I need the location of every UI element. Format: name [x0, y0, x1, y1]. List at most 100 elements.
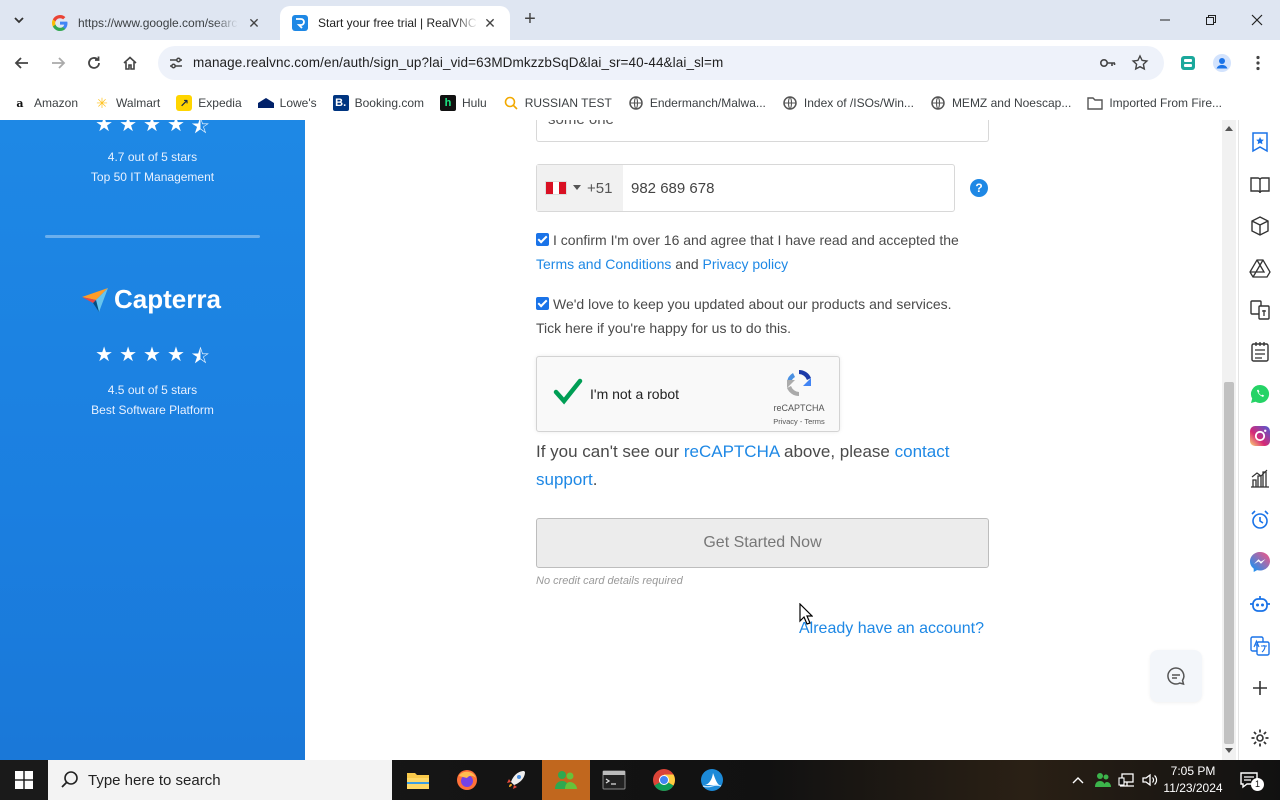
lowes-icon — [257, 95, 274, 111]
bookmark-walmart[interactable]: ✳ Walmart — [94, 95, 160, 111]
phone-input[interactable]: 982 689 678 — [623, 165, 954, 211]
side-instagram-button[interactable] — [1248, 424, 1272, 448]
notifications-button[interactable]: 1 — [1234, 760, 1264, 800]
side-messenger-button[interactable] — [1248, 550, 1272, 574]
bookmark-memz[interactable]: MEMZ and Noescap... — [930, 95, 1071, 111]
side-bot-button[interactable] — [1248, 592, 1272, 616]
avatar-icon — [1213, 54, 1231, 72]
bookmark-hulu[interactable]: h Hulu — [440, 95, 487, 111]
side-settings-button[interactable] — [1248, 726, 1272, 750]
chrome-app[interactable] — [640, 760, 688, 800]
extensions-button[interactable] — [1174, 49, 1202, 77]
firefox-app[interactable] — [443, 760, 491, 800]
url-text[interactable]: manage.realvnc.com/en/auth/sign_up?lai_v… — [193, 55, 723, 70]
bookmark-imported[interactable]: Imported From Fire... — [1087, 95, 1222, 111]
recaptcha-link[interactable]: reCAPTCHA — [684, 442, 779, 461]
home-button[interactable] — [116, 49, 144, 77]
shark-app[interactable] — [688, 760, 736, 800]
taskbar-search-box[interactable]: Type here to search — [48, 760, 392, 800]
chrome-icon — [653, 769, 675, 791]
bookmark-lowes[interactable]: Lowe's — [257, 95, 317, 111]
scroll-up-icon[interactable] — [1225, 126, 1233, 131]
messenger-icon — [1250, 552, 1270, 572]
help-text-prefix: If you can't see our — [536, 442, 680, 461]
terms-link[interactable]: Terms and Conditions — [536, 256, 671, 272]
mouse-cursor-icon — [799, 603, 813, 625]
terminal-app[interactable] — [590, 760, 638, 800]
recaptcha-widget[interactable]: I'm not a robot reCAPTCHA Privacy - Term… — [536, 356, 840, 432]
side-bookmarks-button[interactable] — [1248, 130, 1272, 154]
forward-button[interactable] — [44, 49, 72, 77]
side-box-button[interactable] — [1248, 214, 1272, 238]
peru-flag-icon — [545, 181, 567, 195]
network-button[interactable] — [1116, 760, 1138, 800]
tab-google-search[interactable]: https://www.google.com/search ✕ — [40, 6, 274, 40]
profile-button[interactable] — [1208, 49, 1236, 77]
star-icon: ★ — [143, 344, 161, 366]
bookmark-russian-test[interactable]: RUSSIAN TEST — [503, 95, 612, 111]
and-text: and — [675, 256, 699, 272]
side-drive-button[interactable] — [1248, 256, 1272, 280]
show-hidden-icons-button[interactable] — [1068, 760, 1088, 800]
bookmark-star-button[interactable] — [1130, 53, 1150, 73]
plus-icon — [1253, 681, 1267, 695]
bookmark-index-isos[interactable]: Index of /ISOs/Win... — [782, 95, 914, 111]
active-app[interactable] — [542, 760, 590, 800]
scroll-down-icon[interactable] — [1225, 748, 1233, 753]
rating-text: 4.7 out of 5 stars — [107, 150, 198, 164]
menu-button[interactable] — [1244, 49, 1272, 77]
minimize-button[interactable] — [1142, 0, 1188, 40]
rocket-app[interactable] — [492, 760, 540, 800]
side-reading-list-button[interactable] — [1248, 173, 1272, 197]
sign-in-link[interactable]: Already have an account? — [799, 620, 984, 638]
side-notes-button[interactable] — [1248, 340, 1272, 364]
restore-button[interactable] — [1188, 0, 1234, 40]
side-alarm-button[interactable] — [1248, 508, 1272, 532]
triangle-icon — [1249, 259, 1271, 278]
name-value: some one — [548, 120, 614, 128]
bookmark-expedia[interactable]: ↗ Expedia — [176, 95, 242, 111]
help-icon[interactable]: ? — [970, 179, 988, 197]
side-add-button[interactable] — [1248, 676, 1272, 700]
star-icon: ★ — [166, 344, 185, 366]
bookmark-booking[interactable]: B. Booking.com — [332, 95, 424, 111]
marketing-text-2: Tick here if you're happy for us to do t… — [536, 320, 792, 336]
bookmark-amazon[interactable]: a Amazon — [12, 95, 78, 111]
volume-button[interactable] — [1139, 760, 1161, 800]
system-clock[interactable]: 7:05 PM 11/23/2024 — [1160, 763, 1226, 797]
whatsapp-icon — [1250, 384, 1270, 403]
reload-button[interactable] — [80, 49, 108, 77]
page-scrollbar[interactable] — [1222, 120, 1236, 760]
get-started-button[interactable]: Get Started Now — [536, 518, 989, 568]
scroll-thumb[interactable] — [1224, 382, 1234, 744]
close-icon[interactable]: ✕ — [246, 15, 262, 31]
tray-people-button[interactable] — [1092, 760, 1114, 800]
country-code-selector[interactable]: +51 — [537, 165, 623, 211]
close-window-button[interactable] — [1234, 0, 1280, 40]
consent-age-checkbox[interactable] — [536, 233, 549, 246]
bookmark-endermanch[interactable]: Endermanch/Malwa... — [628, 95, 766, 111]
privacy-policy-link[interactable]: Privacy policy — [703, 256, 789, 272]
close-icon[interactable]: ✕ — [482, 15, 498, 31]
new-tab-button[interactable]: + — [520, 9, 540, 30]
file-explorer-app[interactable] — [394, 760, 442, 800]
side-whatsapp-button[interactable] — [1248, 382, 1272, 406]
marketing-checkbox[interactable] — [536, 297, 549, 310]
password-key-button[interactable] — [1098, 53, 1118, 73]
side-translate-button[interactable] — [1248, 298, 1272, 322]
recaptcha-privacy-terms[interactable]: Privacy - Terms — [766, 417, 832, 426]
chat-button[interactable] — [1150, 650, 1202, 702]
network-icon — [1118, 773, 1134, 787]
google-translate-icon — [1250, 636, 1270, 656]
start-button[interactable] — [0, 760, 48, 800]
back-button[interactable] — [8, 49, 36, 77]
side-google-translate-button[interactable] — [1248, 634, 1272, 658]
side-analytics-button[interactable] — [1248, 466, 1272, 490]
site-info-button[interactable] — [164, 51, 188, 75]
address-bar[interactable]: manage.realvnc.com/en/auth/sign_up?lai_v… — [158, 46, 1164, 80]
tab-realvnc[interactable]: Start your free trial | RealVNC C ✕ — [280, 6, 510, 40]
consent-age-terms: I confirm I'm over 16 and agree that I h… — [536, 228, 996, 276]
name-input[interactable]: some one — [536, 120, 989, 142]
recaptcha-label: I'm not a robot — [590, 386, 680, 402]
tab-search-button[interactable] — [7, 8, 31, 32]
